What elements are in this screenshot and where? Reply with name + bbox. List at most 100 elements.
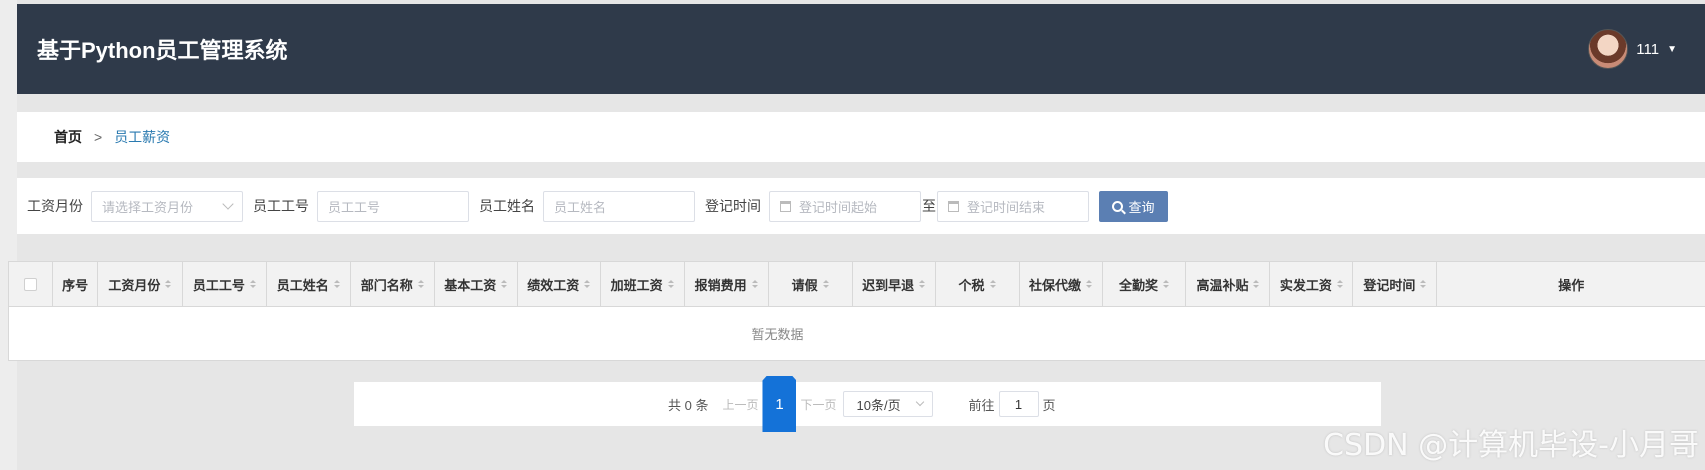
sort-icon[interactable] [989, 280, 996, 288]
column-header[interactable]: 绩效工资 [518, 262, 601, 306]
column-header: 操作 [1437, 262, 1705, 306]
column-label: 请假 [791, 277, 818, 293]
select-all-checkbox[interactable] [24, 277, 38, 291]
sort-icon[interactable] [1420, 280, 1427, 288]
column-header[interactable]: 实发工资 [1270, 262, 1354, 306]
sort-icon[interactable] [919, 280, 926, 288]
column-header[interactable]: 员工工号 [183, 262, 267, 306]
salary-month-select[interactable]: 请选择工资月份 [91, 190, 243, 222]
column-label: 个税 [958, 277, 985, 293]
column-label: 高温补贴 [1196, 277, 1249, 293]
column-label: 工资月份 [108, 277, 161, 293]
column-label: 实发工资 [1279, 277, 1332, 293]
register-end-placeholder: 登记时间结束 [967, 199, 1046, 215]
empty-text: 暂无数据 [751, 327, 804, 342]
column-header[interactable]: 个税 [936, 262, 1020, 306]
sort-icon[interactable] [333, 280, 340, 288]
register-end-date[interactable]: 登记时间结束 [937, 190, 1089, 222]
page-unit-label: 页 [1042, 397, 1056, 413]
column-label: 迟到早退 [862, 277, 915, 293]
breadcrumb-separator: > [94, 129, 103, 145]
sort-icon[interactable] [165, 280, 172, 288]
sort-icon[interactable] [822, 280, 829, 288]
app-title: 基于Python员工管理系统 [37, 38, 288, 63]
empty-state: 暂无数据 [9, 307, 1705, 360]
sort-icon[interactable] [1253, 280, 1260, 288]
select-all-cell [9, 262, 54, 306]
column-label: 登记时间 [1363, 277, 1416, 293]
chevron-down-icon [222, 197, 234, 210]
register-start-placeholder: 登记时间起始 [799, 199, 878, 215]
column-label: 操作 [1558, 277, 1585, 293]
column-header[interactable]: 加班工资 [601, 262, 685, 306]
caret-down-icon[interactable]: ▼ [1667, 44, 1677, 55]
column-label: 基本工资 [444, 277, 497, 293]
goto-label: 前往 [968, 397, 995, 413]
search-button-label: 查询 [1128, 199, 1155, 215]
goto-page-input[interactable]: 1 [998, 391, 1039, 417]
calendar-icon [948, 200, 959, 212]
pagination-total: 共 0 条 [668, 397, 709, 413]
next-page-button[interactable]: 下一页 [800, 396, 836, 413]
register-start-date[interactable]: 登记时间起始 [769, 190, 921, 222]
column-label: 加班工资 [610, 277, 663, 293]
column-label: 部门名称 [360, 277, 413, 293]
register-time-label: 登记时间 [705, 198, 761, 214]
salary-month-label: 工资月份 [27, 198, 83, 214]
username[interactable]: 111 [1636, 41, 1659, 58]
avatar[interactable] [1588, 29, 1629, 69]
column-label: 序号 [62, 277, 89, 293]
sort-icon[interactable] [1086, 280, 1093, 288]
page-size-select[interactable]: 10条/页 [842, 391, 933, 417]
column-label: 报销费用 [694, 277, 747, 293]
column-header[interactable]: 社保代缴 [1020, 262, 1103, 306]
breadcrumb-current: 员工薪资 [114, 129, 171, 145]
emp-no-placeholder: 员工工号 [328, 199, 381, 215]
column-header[interactable]: 工资月份 [98, 262, 183, 306]
breadcrumb-home[interactable]: 首页 [54, 127, 82, 147]
column-label: 员工姓名 [276, 277, 329, 293]
table-header: 序号 工资月份 员工工号 员工姓名 部门名称 基本工资 绩效工资 加班工资 报销… [9, 262, 1705, 307]
emp-no-label: 员工工号 [253, 198, 309, 214]
column-header[interactable]: 部门名称 [351, 262, 435, 306]
search-icon [1112, 200, 1124, 212]
page-number-current[interactable]: 1 [762, 376, 797, 432]
emp-name-input[interactable]: 员工姓名 [543, 190, 695, 222]
date-range-separator: 至 [922, 198, 936, 214]
prev-page-button[interactable]: 上一页 [722, 396, 758, 413]
emp-name-label: 员工姓名 [479, 198, 535, 214]
breadcrumb: 首页 > 员工薪资 [17, 112, 1705, 162]
calendar-icon [780, 200, 791, 212]
column-header[interactable]: 请假 [769, 262, 853, 306]
sort-icon[interactable] [667, 280, 674, 288]
salary-table: 序号 工资月份 员工工号 员工姓名 部门名称 基本工资 绩效工资 加班工资 报销… [8, 261, 1705, 361]
column-label: 社保代缴 [1029, 277, 1082, 293]
pagination: 共 0 条 上一页 1 下一页 10条/页 前往 1 页 [354, 376, 1381, 432]
sort-icon[interactable] [417, 280, 424, 288]
top-header: 基于Python员工管理系统 111 ▼ [17, 4, 1705, 94]
column-header[interactable]: 高温补贴 [1186, 262, 1271, 306]
salary-month-placeholder: 请选择工资月份 [102, 199, 194, 215]
chevron-down-icon [915, 397, 924, 407]
emp-name-placeholder: 员工姓名 [554, 199, 607, 215]
column-header[interactable]: 基本工资 [435, 262, 518, 306]
sort-icon[interactable] [249, 280, 256, 288]
filter-bar: 工资月份 请选择工资月份 员工工号 员工工号 员工姓名 员工姓名 登记时间 登记… [17, 178, 1705, 234]
sort-icon[interactable] [751, 280, 758, 288]
search-button[interactable]: 查询 [1099, 190, 1168, 222]
column-label: 全勤奖 [1118, 277, 1158, 293]
column-header[interactable]: 报销费用 [685, 262, 769, 306]
user-menu[interactable]: 111 ▼ [1588, 29, 1677, 69]
column-label: 员工工号 [192, 277, 245, 293]
sort-icon[interactable] [501, 280, 508, 288]
emp-no-input[interactable]: 员工工号 [317, 190, 469, 222]
column-header: 序号 [53, 262, 98, 306]
column-header[interactable]: 迟到早退 [853, 262, 936, 306]
watermark: CSDN @计算机毕设-小月哥 [1323, 428, 1699, 463]
column-header[interactable]: 登记时间 [1353, 262, 1438, 306]
column-header[interactable]: 全勤奖 [1103, 262, 1187, 306]
sort-icon[interactable] [1336, 280, 1343, 288]
sort-icon[interactable] [1163, 280, 1169, 288]
column-header[interactable]: 员工姓名 [267, 262, 351, 306]
sort-icon[interactable] [584, 280, 591, 288]
